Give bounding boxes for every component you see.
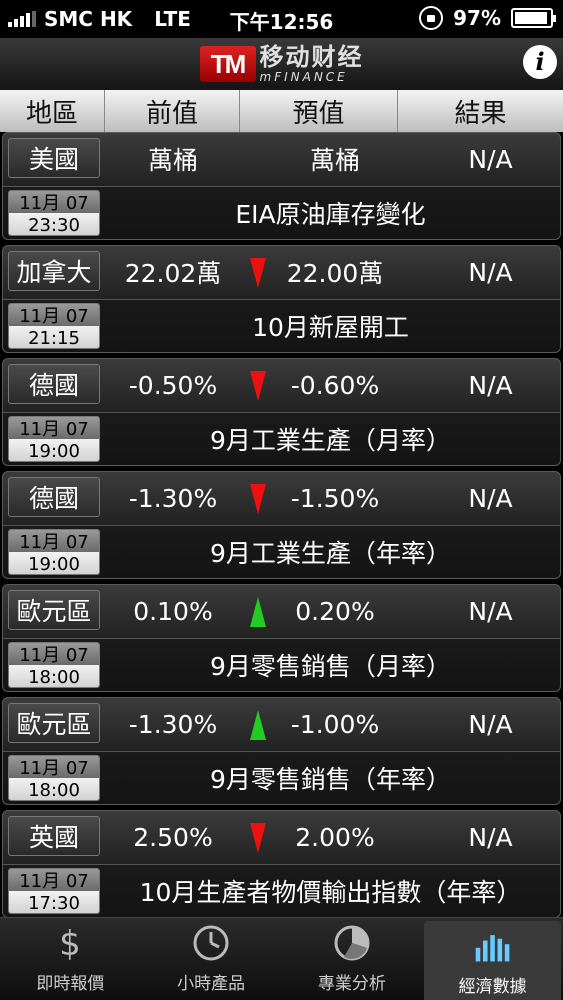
list-item[interactable]: 德國 -0.50% -0.60% N/A 11月 07 19:00 9月工業生產… <box>2 358 561 466</box>
tab-bar-chart[interactable]: 經濟數據 <box>424 921 561 1000</box>
arrow-down-icon <box>250 823 266 853</box>
event-time: 17:30 <box>9 891 99 913</box>
forecast-value: 萬桶 <box>309 146 360 175</box>
info-button[interactable]: i <box>523 45 557 79</box>
bar-chart-icon <box>473 926 513 966</box>
column-previous[interactable]: 前值 <box>105 90 240 132</box>
arrow-up-icon <box>250 710 266 740</box>
logo-mark: TM <box>199 46 256 82</box>
previous-value: -0.50% <box>128 370 218 400</box>
previous-value: 22.02萬 <box>124 259 222 288</box>
result-value: N/A <box>468 483 513 513</box>
region-badge: 英國 <box>8 816 100 856</box>
result-value: N/A <box>468 370 513 400</box>
tab-bar: $ 即時報價 小時產品 專業分析 經濟數據 <box>0 917 563 1000</box>
arrow-down-icon <box>250 484 266 514</box>
battery-icon <box>511 8 556 28</box>
result-value: N/A <box>468 822 513 852</box>
event-date: 11月 07 <box>9 530 99 553</box>
rotation-lock-icon <box>419 6 444 30</box>
app-logo: TM 移动财经 mFINANCE <box>199 43 364 84</box>
event-time: 21:15 <box>9 326 99 348</box>
event-title: EIA原油庫存變化 <box>235 200 426 229</box>
tab-label: 專業分析 <box>317 974 386 994</box>
nav-bar: TM 移动财经 mFINANCE i <box>0 38 563 90</box>
svg-text:$: $ <box>60 924 82 963</box>
date-time-box: 11月 07 18:00 <box>8 755 100 801</box>
tab-clock[interactable]: 小時產品 <box>141 918 282 1000</box>
event-date: 11月 07 <box>9 304 99 327</box>
dollar-icon: $ <box>50 923 90 963</box>
date-time-box: 11月 07 18:00 <box>8 642 100 688</box>
battery-percent: 97% <box>453 6 501 30</box>
forecast-value: -1.50% <box>290 483 380 513</box>
event-date: 11月 07 <box>9 417 99 440</box>
event-title: 9月工業生產（年率） <box>210 539 451 568</box>
list-item[interactable]: 美國 萬桶 萬桶 N/A 11月 07 23:30 EIA原油庫存變化 <box>2 132 561 240</box>
date-time-box: 11月 07 19:00 <box>8 416 100 462</box>
column-header: 地區 前值 預值 結果 <box>0 90 563 132</box>
forecast-value: 2.00% <box>295 822 375 852</box>
column-region[interactable]: 地區 <box>0 90 105 132</box>
tab-label: 經濟數據 <box>458 977 527 997</box>
event-date: 11月 07 <box>9 643 99 666</box>
event-time: 19:00 <box>9 552 99 574</box>
forecast-value: 22.00萬 <box>286 259 384 288</box>
region-badge: 德國 <box>8 364 100 404</box>
list-item[interactable]: 加拿大 22.02萬 22.00萬 N/A 11月 07 21:15 10月新屋… <box>2 245 561 353</box>
region-badge: 加拿大 <box>8 251 100 291</box>
tab-label: 小時產品 <box>177 974 246 994</box>
forecast-value: 0.20% <box>295 596 375 626</box>
arrow-down-icon <box>250 371 266 401</box>
arrow-down-icon <box>250 258 266 288</box>
tab-dollar[interactable]: $ 即時報價 <box>0 918 141 1000</box>
event-date: 11月 07 <box>9 756 99 779</box>
previous-value: 2.50% <box>133 822 213 852</box>
logo-english-text: mFINANCE <box>259 70 348 84</box>
list-item[interactable]: 歐元區 0.10% 0.20% N/A 11月 07 18:00 9月零售銷售（… <box>2 584 561 692</box>
previous-value: 0.10% <box>133 596 213 626</box>
event-title: 9月工業生產（月率） <box>210 426 451 455</box>
previous-value: 萬桶 <box>147 146 198 175</box>
arrow-up-icon <box>250 597 266 627</box>
tab-label: 即時報價 <box>36 974 105 994</box>
result-value: N/A <box>468 709 513 739</box>
list-item[interactable]: 歐元區 -1.30% -1.00% N/A 11月 07 18:00 9月零售銷… <box>2 697 561 805</box>
date-time-box: 11月 07 17:30 <box>8 868 100 914</box>
event-date: 11月 07 <box>9 869 99 892</box>
event-time: 18:00 <box>9 778 99 800</box>
pie-chart-icon <box>332 923 372 963</box>
date-time-box: 11月 07 23:30 <box>8 190 100 236</box>
previous-value: -1.30% <box>128 483 218 513</box>
result-value: N/A <box>468 144 513 174</box>
event-time: 18:00 <box>9 665 99 687</box>
event-title: 9月零售銷售（年率） <box>210 765 451 794</box>
result-value: N/A <box>468 257 513 287</box>
column-forecast[interactable]: 預值 <box>240 90 398 132</box>
event-date: 11月 07 <box>9 191 99 214</box>
tab-pie-chart[interactable]: 專業分析 <box>282 918 423 1000</box>
region-badge: 美國 <box>8 138 100 178</box>
event-title: 9月零售銷售（月率） <box>210 652 451 681</box>
region-badge: 德國 <box>8 477 100 517</box>
clock-icon <box>191 923 231 963</box>
previous-value: -1.30% <box>128 709 218 739</box>
economic-data-list[interactable]: 美國 萬桶 萬桶 N/A 11月 07 23:30 EIA原油庫存變化 加拿大 … <box>0 132 563 917</box>
event-time: 23:30 <box>9 213 99 235</box>
event-title: 10月新屋開工 <box>252 313 409 342</box>
result-value: N/A <box>468 596 513 626</box>
region-badge: 歐元區 <box>8 703 100 743</box>
forecast-value: -0.60% <box>290 370 380 400</box>
logo-chinese-text: 移动财经 <box>259 43 364 71</box>
event-time: 19:00 <box>9 439 99 461</box>
list-item[interactable]: 德國 -1.30% -1.50% N/A 11月 07 19:00 9月工業生產… <box>2 471 561 579</box>
forecast-value: -1.00% <box>290 709 380 739</box>
status-bar: SMC HK LTE 下午12:56 97% <box>0 0 563 38</box>
date-time-box: 11月 07 21:15 <box>8 303 100 349</box>
column-result[interactable]: 結果 <box>398 90 563 132</box>
event-title: 10月生產者物價輸出指數（年率） <box>139 878 522 907</box>
date-time-box: 11月 07 19:00 <box>8 529 100 575</box>
list-item[interactable]: 英國 2.50% 2.00% N/A 11月 07 17:30 10月生產者物價… <box>2 810 561 917</box>
region-badge: 歐元區 <box>8 590 100 630</box>
